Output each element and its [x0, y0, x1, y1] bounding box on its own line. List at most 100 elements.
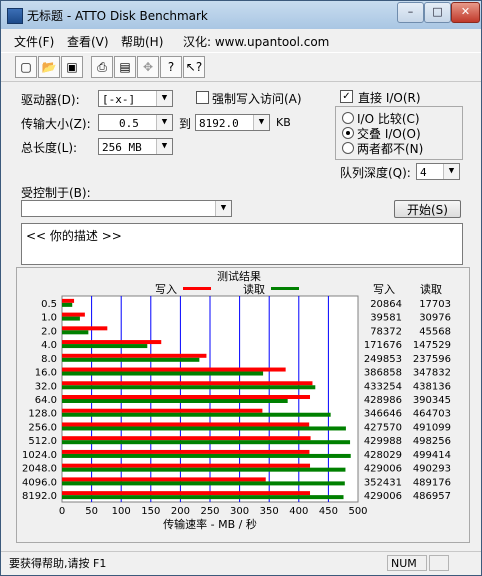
category-label: 8.0: [41, 354, 57, 365]
category-label: 32.0: [35, 381, 57, 392]
x-tick-label: 100: [112, 506, 131, 517]
queue-depth-select[interactable]: 4 ▼: [416, 163, 460, 180]
category-label: 64.0: [35, 395, 57, 406]
category-label: 512.0: [28, 436, 57, 447]
menu-bar: 文件(F) 查看(V) 帮助(H) 汉化: www.upantool.com: [1, 29, 481, 51]
transfer-to-label: 到: [179, 117, 192, 131]
results-chart-svg: 测试结果写入 读取 写入 读取 0 50 100 150 200 250 300 350 400 450 5…: [22, 270, 451, 531]
write-value: 429006: [364, 491, 402, 502]
controlled-by-label: 受控制于(B):: [21, 186, 91, 200]
read-value: 147529: [413, 340, 451, 351]
column-header-read: 读取: [420, 282, 442, 296]
transfer-to-value: 8192.0: [199, 117, 239, 130]
write-value: 352431: [364, 477, 402, 488]
write-value: 428986: [364, 395, 402, 406]
transfer-to-select[interactable]: 8192.0 ▼: [195, 114, 270, 131]
total-length-value: 256 MB: [102, 141, 142, 154]
print-preview-icon[interactable]: ▤: [114, 56, 136, 78]
write-value: 433254: [364, 381, 402, 392]
category-label: 0.5: [41, 299, 57, 310]
status-num: NUM: [387, 555, 427, 571]
x-tick-label: 200: [171, 506, 190, 517]
open-icon[interactable]: 📂: [38, 56, 60, 78]
x-tick-label: 150: [141, 506, 160, 517]
x-tick-label: 450: [319, 506, 338, 517]
transfer-unit: KB: [276, 116, 291, 129]
category-label: 1024.0: [22, 450, 57, 461]
drive-select[interactable]: [-x-] ▼: [98, 90, 173, 107]
menu-file[interactable]: 文件(F): [14, 33, 54, 50]
read-value: 438136: [413, 381, 451, 392]
read-value: 489176: [413, 477, 451, 488]
print-icon[interactable]: ⎙: [91, 56, 113, 78]
x-axis-label: 传输速率 - MB / 秒: [163, 517, 257, 531]
write-value: 429006: [364, 464, 402, 475]
write-bar: [62, 395, 311, 399]
read-bar: [62, 330, 89, 335]
help-icon[interactable]: ?: [160, 56, 182, 78]
chart-title: 测试结果: [217, 270, 261, 283]
controlled-by-select[interactable]: ▼: [21, 200, 232, 217]
category-label: 1.0: [41, 313, 57, 324]
direct-io-label: 直接 I/O(R): [358, 91, 421, 105]
app-icon: [7, 8, 23, 24]
start-button[interactable]: 开始(S): [394, 200, 461, 218]
window-title: 无标题 - ATTO Disk Benchmark: [27, 9, 208, 23]
force-write-label: 强制写入访问(A): [212, 92, 302, 106]
menu-help[interactable]: 帮助(H): [121, 33, 163, 50]
write-bar: [62, 463, 311, 468]
read-bar: [62, 399, 288, 403]
read-bar: [62, 357, 200, 362]
save-icon[interactable]: ▣: [61, 56, 83, 78]
read-value: 45568: [419, 326, 451, 337]
write-bar: [62, 436, 311, 441]
menu-localization[interactable]: 汉化: www.upantool.com: [183, 33, 329, 50]
write-bar: [62, 422, 310, 427]
new-icon[interactable]: ▢: [15, 56, 37, 78]
read-bar: [62, 481, 345, 486]
queue-depth-label: 队列深度(Q):: [340, 166, 411, 180]
neither-radio[interactable]: [342, 142, 354, 154]
write-value: 171676: [364, 340, 402, 351]
write-value: 386858: [364, 368, 402, 379]
menu-view[interactable]: 查看(V): [67, 33, 109, 50]
move-icon[interactable]: ✥: [137, 56, 159, 78]
category-label: 8192.0: [22, 491, 57, 502]
write-bar: [62, 367, 286, 372]
legend-read-label: 读取: [243, 282, 265, 296]
io-compare-radio[interactable]: [342, 112, 354, 124]
read-bar: [62, 371, 264, 376]
read-value: 237596: [413, 354, 451, 365]
total-length-label: 总长度(L):: [21, 141, 78, 155]
transfer-from-value: 0.5: [119, 117, 139, 130]
category-label: 2048.0: [22, 464, 57, 475]
read-value: 17703: [419, 299, 451, 310]
chevron-down-icon: ▼: [156, 115, 172, 130]
write-bar: [62, 340, 162, 345]
force-write-checkbox[interactable]: [196, 91, 209, 104]
direct-io-checkbox[interactable]: ✓: [340, 90, 353, 103]
overlapped-io-radio[interactable]: [342, 127, 354, 139]
status-pane-3: [429, 555, 449, 571]
drive-value: [-x-]: [102, 93, 136, 106]
read-value: 390345: [413, 395, 451, 406]
maximize-button[interactable]: □: [424, 2, 451, 23]
description-field[interactable]: << 你的描述 >>: [21, 223, 463, 265]
write-value: 346646: [364, 409, 402, 420]
legend-read-swatch: [271, 287, 299, 290]
write-bar: [62, 381, 313, 386]
x-tick-label: 350: [260, 506, 279, 517]
category-label: 128.0: [28, 409, 57, 420]
write-bar: [62, 408, 263, 413]
write-value: 20864: [370, 299, 402, 310]
total-length-select[interactable]: 256 MB ▼: [98, 138, 173, 155]
category-label: 2.0: [41, 326, 57, 337]
minimize-button[interactable]: –: [397, 2, 424, 23]
write-value: 39581: [370, 313, 402, 324]
context-help-icon[interactable]: ↖?: [183, 56, 205, 78]
transfer-from-select[interactable]: 0.5 ▼: [98, 114, 173, 131]
read-bar: [62, 453, 351, 458]
close-button[interactable]: ✕: [451, 2, 480, 23]
read-bar: [62, 426, 346, 431]
results-chart: 测试结果 写入 读取 写入 读取 0 50 100 150 200 250 300 350 400 450 5…: [16, 267, 470, 543]
